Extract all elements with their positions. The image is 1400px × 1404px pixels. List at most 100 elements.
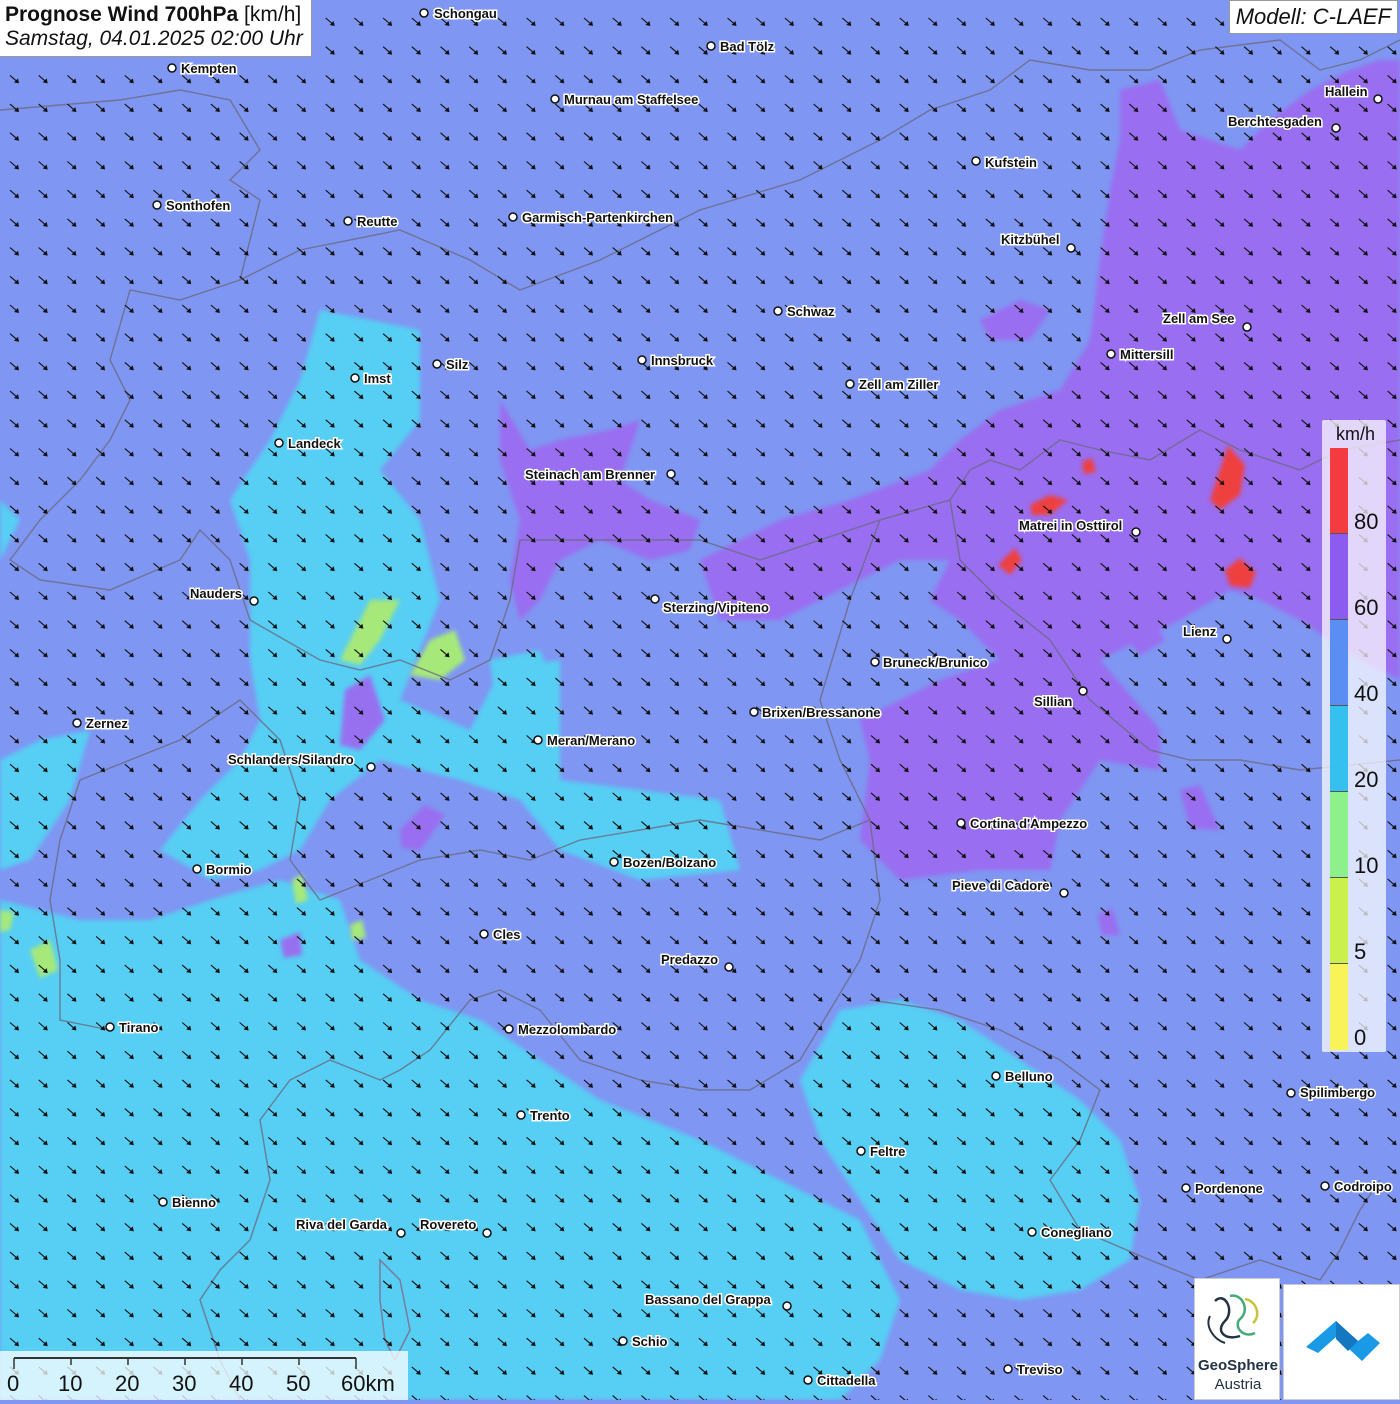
scale-label-20: 20: [115, 1371, 140, 1396]
map-title-unit: [km/h]: [244, 3, 302, 26]
city-label: Pordenone: [1195, 1181, 1263, 1196]
city-marker: [724, 962, 734, 972]
city-marker: [749, 707, 759, 717]
city-label: Innsbruck: [651, 353, 714, 368]
city-marker: [1373, 94, 1383, 104]
legend-tick-5: 5: [1354, 939, 1367, 964]
scale-label-40: 40: [229, 1371, 254, 1396]
city-label: Matrei in Osttirol: [1019, 518, 1122, 533]
city-label: Landeck: [288, 436, 342, 451]
legend-swatch-60-80: [1330, 534, 1348, 620]
city-marker: [1059, 888, 1069, 898]
geosphere-logo-line1: GeoSphere: [1197, 1357, 1279, 1374]
city-marker: [971, 156, 981, 166]
legend-tick-40: 40: [1354, 681, 1379, 706]
city-label: Spilimbergo: [1300, 1085, 1375, 1100]
city-label: Pieve di Cadore: [952, 878, 1050, 893]
city-label: Bozen/Bolzano: [623, 855, 716, 870]
city-marker: [479, 929, 489, 939]
legend-swatch-20-40: [1330, 706, 1348, 792]
legend-tick-0: 0: [1354, 1025, 1367, 1050]
scale-label-10: 10: [58, 1371, 83, 1396]
legend-swatch-80plus: [1330, 448, 1348, 534]
legend-swatch-10-20: [1330, 792, 1348, 878]
city-label: Imst: [364, 371, 391, 386]
map-title-main: Prognose Wind 700hPa: [5, 3, 239, 26]
city-label: Sterzing/Vipiteno: [663, 600, 769, 615]
city-label: Kitzbühel: [1001, 232, 1060, 247]
city-marker: [419, 8, 429, 18]
city-marker: [1286, 1088, 1296, 1098]
city-label: Treviso: [1017, 1362, 1063, 1377]
model-label: Modell: C-LAEF: [1228, 0, 1398, 34]
city-label: Cortina d'Ampezzo: [970, 816, 1087, 831]
forecast-datetime: Samstag, 04.01.2025 02:00 Uhr: [5, 27, 303, 50]
city-label: Predazzo: [661, 952, 718, 967]
city-marker: [550, 94, 560, 104]
city-label: Nauders: [190, 586, 242, 601]
city-label: Codroipo: [1334, 1179, 1392, 1194]
city-marker: [782, 1301, 792, 1311]
city-marker: [870, 657, 880, 667]
city-marker: [666, 469, 676, 479]
city-label: Meran/Merano: [547, 733, 635, 748]
weather-app-logo[interactable]: [1283, 1284, 1400, 1400]
city-label: Kempten: [181, 61, 237, 76]
city-marker: [192, 864, 202, 874]
city-label: Mittersill: [1120, 347, 1173, 362]
city-marker: [856, 1146, 866, 1156]
city-label: Schlanders/Silandro: [228, 752, 354, 767]
city-marker: [152, 200, 162, 210]
city-marker: [167, 63, 177, 73]
city-label: Hallein: [1325, 84, 1368, 99]
city-marker: [533, 735, 543, 745]
city-marker: [1131, 527, 1141, 537]
city-label: Schio: [632, 1334, 667, 1349]
geosphere-logo[interactable]: GeoSphere Austria: [1194, 1278, 1280, 1400]
city-marker: [803, 1375, 813, 1385]
city-marker: [956, 818, 966, 828]
scale-label-0: 0: [7, 1371, 20, 1396]
legend-swatch-40-60: [1330, 620, 1348, 706]
city-label: Zernez: [86, 716, 128, 731]
city-marker: [396, 1228, 406, 1238]
geosphere-emblem-icon: [1207, 1294, 1259, 1344]
city-marker: [274, 438, 284, 448]
city-marker: [516, 1110, 526, 1120]
city-label: Cittadella: [817, 1373, 876, 1388]
city-label: Cles: [493, 927, 520, 942]
color-legend: km/h 80 60 40 20 10 5 0: [1322, 420, 1386, 1052]
city-marker: [432, 359, 442, 369]
city-marker: [1320, 1181, 1330, 1191]
city-marker: [618, 1336, 628, 1346]
legend-swatch-5-10: [1330, 878, 1348, 964]
city-marker: [650, 594, 660, 604]
legend-tick-80: 80: [1354, 509, 1379, 534]
city-label: Steinach am Brenner: [525, 467, 655, 482]
legend-tick-20: 20: [1354, 767, 1379, 792]
city-label: Riva del Garda: [296, 1217, 388, 1232]
city-label: Silz: [446, 357, 469, 372]
city-label: Mezzolombardo: [518, 1022, 616, 1037]
legend-unit: km/h: [1336, 424, 1376, 444]
scale-label-50: 50: [286, 1371, 311, 1396]
city-marker: [1066, 243, 1076, 253]
city-marker: [350, 373, 360, 383]
city-marker: [504, 1024, 514, 1034]
city-label: Bienno: [172, 1195, 216, 1210]
scale-label-30: 30: [172, 1371, 197, 1396]
city-label: Murnau am Staffelsee: [564, 92, 698, 107]
city-marker: [1331, 123, 1341, 133]
scale-bar-line: [13, 1357, 357, 1369]
city-label: Brixen/Bressanone: [762, 705, 881, 720]
city-marker: [1222, 634, 1232, 644]
city-label: Berchtesgaden: [1228, 114, 1322, 129]
city-marker: [773, 306, 783, 316]
geosphere-logo-line2: Austria: [1214, 1376, 1262, 1393]
city-label: Belluno: [1005, 1069, 1053, 1084]
city-marker: [105, 1022, 115, 1032]
legend-swatch-0-5: [1330, 964, 1348, 1050]
city-label: Reutte: [357, 214, 397, 229]
city-label: Garmisch-Partenkirchen: [522, 210, 673, 225]
city-label: Sillian: [1034, 694, 1072, 709]
